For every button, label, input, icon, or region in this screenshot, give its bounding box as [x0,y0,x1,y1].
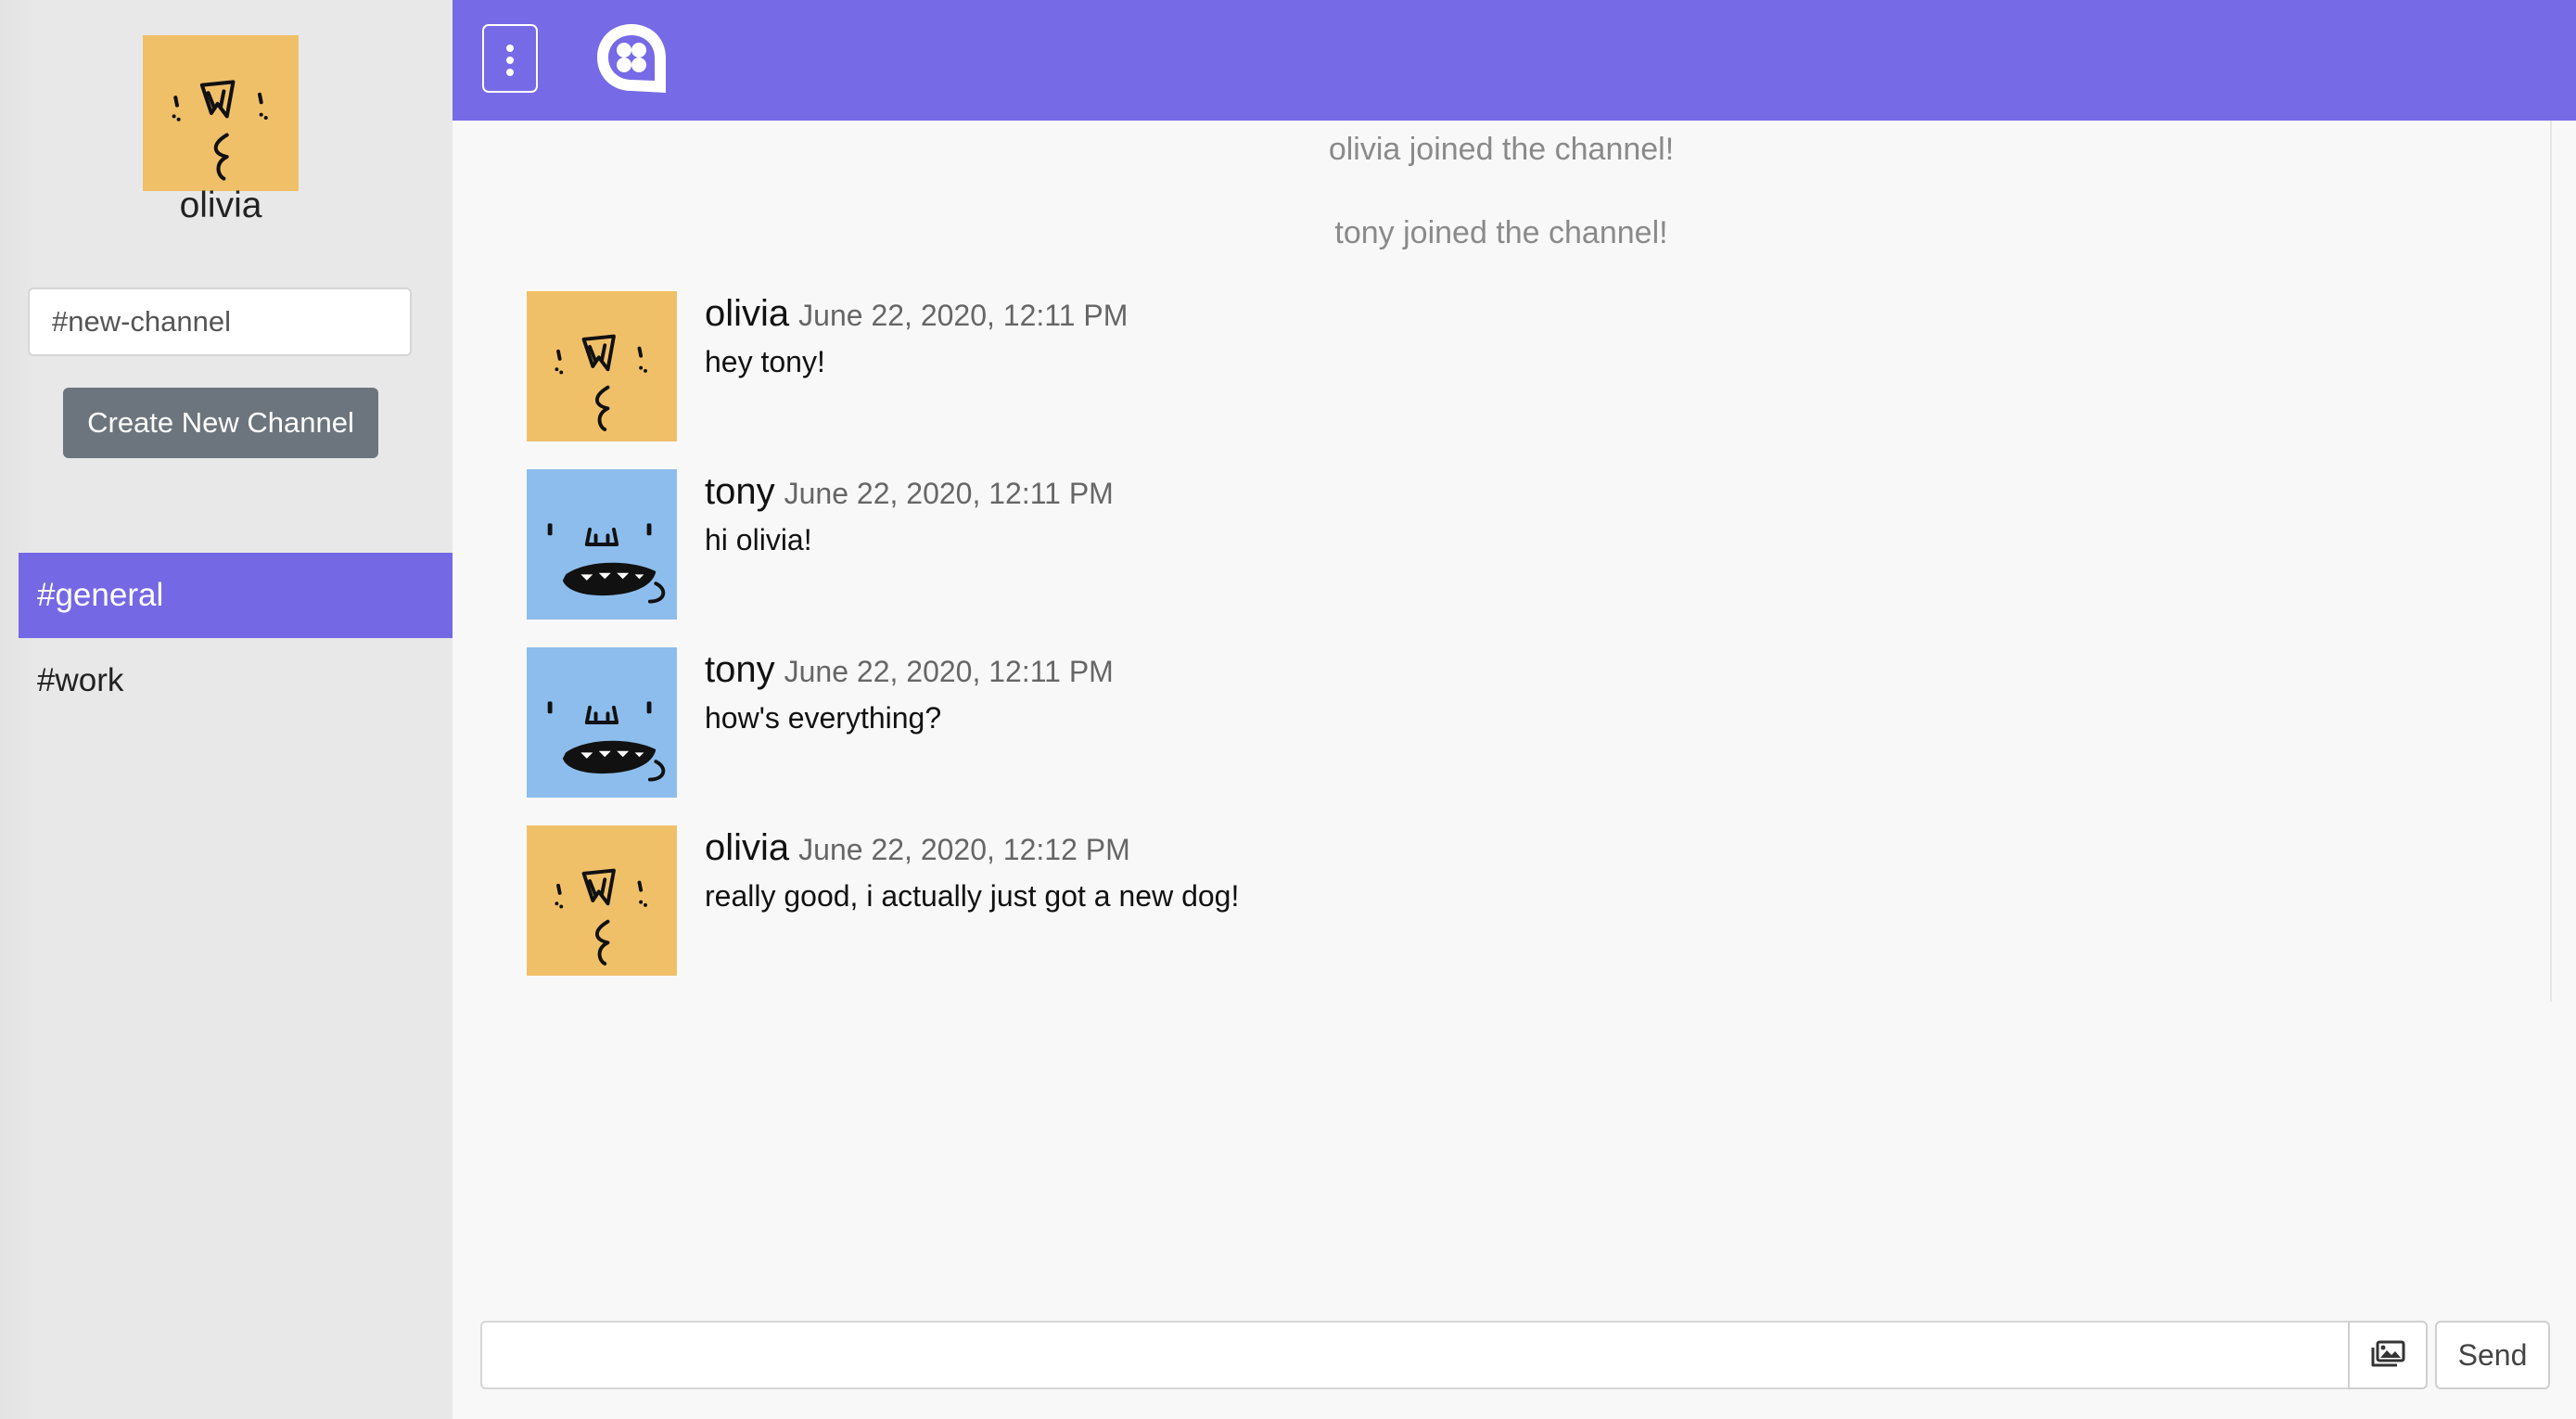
send-button[interactable]: Send [2435,1321,2550,1389]
message-author: olivia [705,293,790,334]
message-text: hey tony! [705,345,825,378]
sidebar: olivia Create New Channel #general #work [0,0,453,1419]
message-header: tony June 22, 2020, 12:11 PM [705,649,1114,691]
channel-label: #work [37,662,124,698]
vertical-ellipsis-icon-dot [506,69,514,76]
channel-item-general[interactable]: #general [19,553,453,638]
message-text: hi olivia! [705,523,812,556]
message-timestamp: June 22, 2020, 12:11 PM [784,655,1114,688]
message-feed[interactable]: olivia joined the channel! tony joined t… [453,121,2550,1002]
message-avatar [527,469,677,620]
image-upload-icon [2371,1340,2405,1366]
message-author: tony [705,649,775,690]
message-author: olivia [705,827,790,868]
vertical-ellipsis-icon-dot [506,57,514,64]
message-header: olivia June 22, 2020, 12:11 PM [705,293,1128,335]
system-message: tony joined the channel! [1334,215,1668,250]
message-author: tony [705,471,775,512]
system-message: olivia joined the channel! [1328,132,1675,167]
message-avatar [527,647,677,798]
feed-scrollbar[interactable] [2550,121,2552,1002]
message-header: olivia June 22, 2020, 12:12 PM [705,827,1130,869]
user-avatar [143,35,299,191]
new-channel-input[interactable] [28,288,412,356]
message-timestamp: June 22, 2020, 12:11 PM [798,299,1129,332]
channel-label: #general [37,577,164,613]
current-username: olivia [179,185,262,225]
menu-button[interactable] [482,24,538,93]
top-bar [453,0,2576,121]
channel-item-work[interactable]: #work [19,638,453,723]
chat-bubble-logo-icon[interactable] [593,20,670,96]
message-avatar [527,825,677,976]
message-avatar [527,291,677,441]
vertical-ellipsis-icon [506,45,514,52]
message-text: how's everything? [705,701,942,735]
message-input[interactable] [480,1321,2350,1389]
message-timestamp: June 22, 2020, 12:12 PM [798,833,1130,866]
create-channel-button[interactable]: Create New Channel [63,388,378,458]
message-header: tony June 22, 2020, 12:11 PM [705,471,1114,513]
image-upload-button[interactable] [2348,1321,2428,1389]
message-timestamp: June 22, 2020, 12:11 PM [784,477,1114,510]
message-text: really good, i actually just got a new d… [705,879,1240,913]
